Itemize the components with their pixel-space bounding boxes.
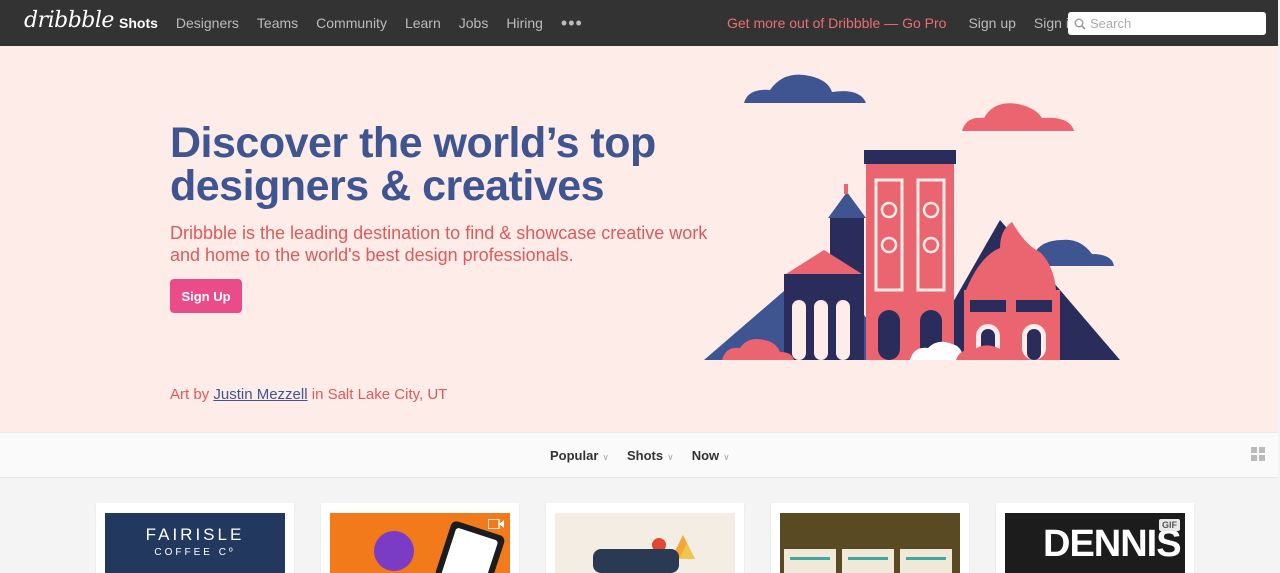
castle-illustration xyxy=(704,74,1120,360)
shot-artwork xyxy=(784,549,952,573)
shot-text: FAIRISLE xyxy=(145,525,245,544)
filter-shots[interactable]: Shots ∨ xyxy=(627,448,674,463)
more-menu-icon[interactable]: ••• xyxy=(561,13,583,34)
nav-hiring[interactable]: Hiring xyxy=(506,15,543,31)
shot-thumbnail[interactable]: FAIRISLE COFFEE Cº xyxy=(105,513,285,573)
art-credit-suffix: in Salt Lake City, UT xyxy=(307,386,448,403)
shot-thumbnail[interactable]: DENNIS GIF xyxy=(1005,513,1185,573)
chevron-down-icon: ∨ xyxy=(602,451,609,462)
gif-badge: GIF xyxy=(1159,519,1180,531)
hero-title: Discover the world’s top designers & cre… xyxy=(170,119,656,210)
shot-card[interactable] xyxy=(771,503,969,573)
search-box[interactable] xyxy=(1068,12,1266,35)
shot-thumbnail[interactable] xyxy=(780,513,960,573)
top-nav: dribbble Shots Designers Teams Community… xyxy=(0,0,1278,46)
video-icon xyxy=(488,519,504,529)
hero-subtitle: Dribbble is the leading destination to f… xyxy=(170,223,708,265)
shot-card[interactable] xyxy=(321,503,519,573)
nav-shots[interactable]: Shots xyxy=(119,15,158,31)
hero-section: Discover the world’s top designers & cre… xyxy=(0,46,1278,432)
nav-community[interactable]: Community xyxy=(316,15,387,31)
cloud-coral xyxy=(962,103,1074,131)
shot-thumbnail[interactable] xyxy=(330,513,510,573)
cloud-navy xyxy=(744,74,866,103)
filter-popular-label: Popular xyxy=(550,447,599,463)
shot-artwork xyxy=(593,535,695,573)
nav-right: Get more out of Dribbble — Go Pro Sign u… xyxy=(727,0,1095,46)
filter-bar: Popular ∨ Shots ∨ Now ∨ xyxy=(0,432,1278,478)
nav-learn[interactable]: Learn xyxy=(405,15,441,31)
chevron-down-icon: ∨ xyxy=(723,451,730,462)
nav-teams[interactable]: Teams xyxy=(257,15,298,31)
filter-shots-label: Shots xyxy=(627,447,664,463)
filter-popular[interactable]: Popular ∨ xyxy=(550,448,609,463)
search-icon xyxy=(1074,18,1086,30)
nav-links: Shots Designers Teams Community Learn Jo… xyxy=(119,0,583,46)
nav-jobs[interactable]: Jobs xyxy=(459,15,489,31)
shot-card[interactable]: FAIRISLE COFFEE Cº xyxy=(96,503,294,573)
search-input[interactable] xyxy=(1090,16,1260,31)
art-credit-prefix: Art by xyxy=(170,386,214,403)
go-pro-link[interactable]: Get more out of Dribbble — Go Pro xyxy=(727,15,946,31)
filter-now-label: Now xyxy=(691,447,720,463)
art-credit: Art by Justin Mezzell in Salt Lake City,… xyxy=(170,386,447,403)
shot-thumbnail[interactable] xyxy=(555,513,735,573)
dribbble-logo[interactable]: dribbble xyxy=(24,8,114,33)
artist-link[interactable]: Justin Mezzell xyxy=(213,386,307,403)
hero-sign-up-button[interactable]: Sign Up xyxy=(170,279,242,313)
nav-designers[interactable]: Designers xyxy=(176,15,239,31)
sign-up-link[interactable]: Sign up xyxy=(968,15,1015,31)
filter-now[interactable]: Now ∨ xyxy=(692,448,730,463)
shot-text: COFFEE Cº xyxy=(154,547,236,558)
shot-card[interactable]: DENNIS GIF xyxy=(996,503,1194,573)
filters: Popular ∨ Shots ∨ Now ∨ xyxy=(550,433,748,477)
grid-view-icon[interactable] xyxy=(1251,447,1265,461)
shot-card[interactable] xyxy=(546,503,744,573)
shot-artwork xyxy=(374,521,505,573)
chevron-down-icon: ∨ xyxy=(667,451,674,462)
